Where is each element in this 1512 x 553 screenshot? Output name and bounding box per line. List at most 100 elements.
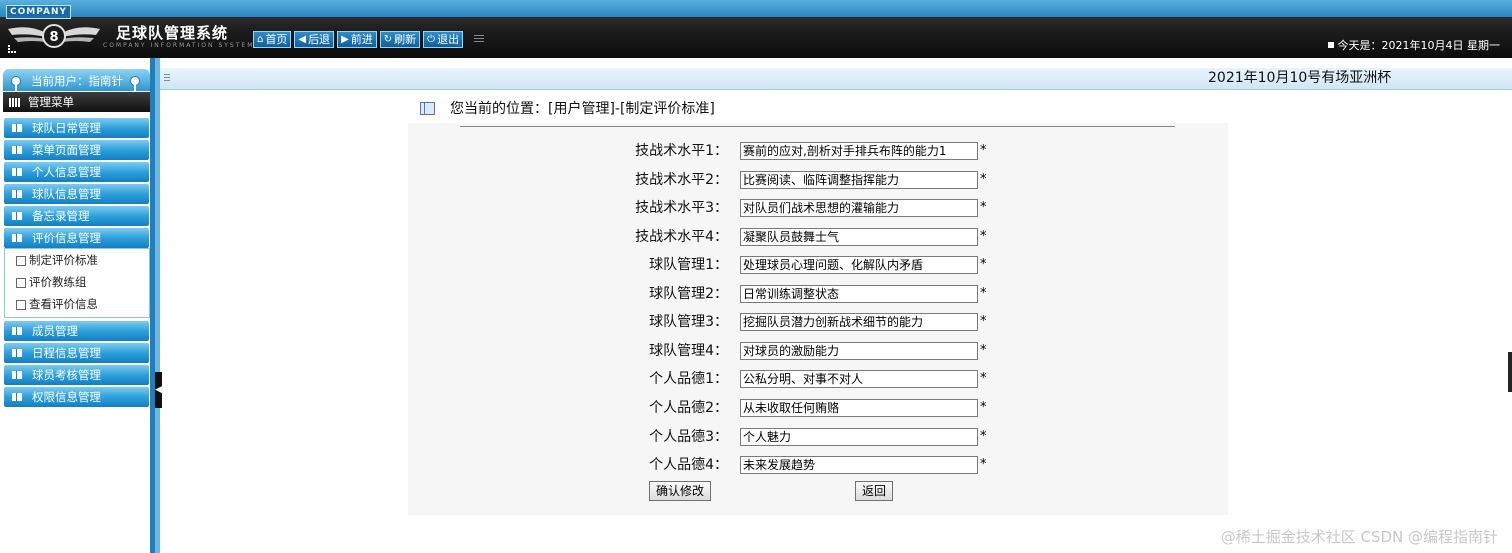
home-icon: ⌂ [257,34,264,45]
company-tag: COMPANY [6,5,71,19]
personal-ethics-2-input[interactable] [740,399,978,417]
page-icon [16,256,26,266]
sidebar-item-label: 权限信息管理 [32,390,101,404]
tactical-level-1-input[interactable] [740,142,978,160]
field-label: 技战术水平3： [635,200,728,216]
sidebar-item-label: 个人信息管理 [32,165,101,179]
winged-logo-icon: 8 [8,24,100,48]
refresh-button[interactable]: ↻ 刷新 [379,31,421,48]
team-management-2-input[interactable] [740,285,978,303]
required-mark: * [980,143,987,158]
required-mark: * [980,400,987,415]
form-row: 个人品德4： * [408,454,1228,476]
field-label: 球队管理2： [649,286,728,302]
submenu-item-label: 查看评价信息 [29,297,98,311]
sidebar-item-label: 评价信息管理 [32,231,101,245]
personal-ethics-4-input[interactable] [740,456,978,474]
sidebar-item-label: 球队日常管理 [32,121,101,135]
required-mark: * [980,429,987,444]
team-management-3-input[interactable] [740,313,978,331]
form-row: 技战术水平1： * [408,140,1228,162]
announcement-text: 2021年10月10号有场亚洲杯 [1208,70,1392,86]
form-row: 个人品德1： * [408,368,1228,390]
personal-ethics-3-input[interactable] [740,428,978,446]
sidebar-item-members[interactable]: 成员管理 [4,321,149,341]
required-mark: * [980,314,987,329]
scroll-handle[interactable] [1508,352,1512,392]
field-label: 球队管理3： [649,314,728,330]
sidebar-item-evaluation[interactable]: 评价信息管理 [4,228,149,248]
home-label: 首页 [265,33,288,46]
sidebar-item-schedule[interactable]: 日程信息管理 [4,343,149,363]
home-button[interactable]: ⌂ 首页 [253,31,292,48]
submenu-item-set-criteria[interactable]: 制定评价标准 [5,250,145,270]
sidebar-item-personal-info[interactable]: 个人信息管理 [4,162,149,182]
required-mark: * [980,229,987,244]
team-management-1-input[interactable] [740,256,978,274]
field-label: 个人品德4： [649,457,728,473]
book-icon [12,124,22,132]
sidebar-item-label: 日程信息管理 [32,346,101,360]
return-button[interactable]: 返回 [855,481,894,501]
submenu-item-label: 制定评价标准 [29,253,98,267]
criteria-form: 技战术水平1： * 技战术水平2： * 技战术水平3： * 技战术水平4： * … [408,123,1228,515]
forward-label: 前进 [350,33,373,46]
page-icon [16,300,26,310]
sidebar-item-menu-pages[interactable]: 菜单页面管理 [4,140,149,160]
sidebar-item-label: 球员考核管理 [32,368,101,382]
app-title: 足球队管理系统 [116,24,229,42]
page-icon [16,278,26,288]
sidebar-item-memo[interactable]: 备忘录管理 [4,206,149,226]
back-button[interactable]: ◀ 后退 [294,31,335,48]
book-icon [12,327,22,335]
form-row: 技战术水平3： * [408,197,1228,219]
submenu-item-label: 评价教练组 [29,275,87,289]
sidebar-item-team-info[interactable]: 球队信息管理 [4,184,149,204]
collapse-sidebar-arrow-icon[interactable]: ◀ [155,372,162,408]
field-label: 技战术水平1： [635,143,728,159]
divider [460,126,1175,127]
location-book-icon [420,102,435,115]
forward-arrow-icon: ▶ [341,34,349,45]
evaluation-submenu: 制定评价标准 评价教练组 查看评价信息 [4,248,150,318]
sidebar-item-player-assessment[interactable]: 球员考核管理 [4,365,149,385]
sidebar-item-label: 球队信息管理 [32,187,101,201]
required-mark: * [980,172,987,187]
sidebar-item-team-daily[interactable]: 球队日常管理 [4,118,149,138]
field-label: 球队管理1： [649,257,728,273]
team-management-4-input[interactable] [740,342,978,360]
submenu-item-view-evaluations[interactable]: 查看评价信息 [5,294,145,314]
logout-button[interactable]: ⏻ 退出 [423,31,464,48]
tactical-level-4-input[interactable] [740,228,978,246]
grid-icon [9,98,21,107]
tactical-level-3-input[interactable] [740,199,978,217]
required-mark: * [980,257,987,272]
svg-text:8: 8 [49,30,58,45]
book-icon [12,212,22,220]
form-row: 个人品德2： * [408,397,1228,419]
power-icon: ⏻ [427,34,436,45]
tactical-level-2-input[interactable] [740,171,978,189]
form-row: 个人品德3： * [408,426,1228,448]
sidebar-item-permissions[interactable]: 权限信息管理 [4,387,149,407]
refresh-icon: ↻ [383,34,393,45]
personal-ethics-1-input[interactable] [740,370,978,388]
confirm-modify-button[interactable]: 确认修改 [649,481,712,501]
breadcrumb-text: 您当前的位置：[用户管理]-[制定评价标准] [450,101,715,117]
top-header: COMPANY 8 足球队管理系统 COMPANY INFORMATION SY… [0,0,1512,58]
form-row: 技战术水平4： * [408,226,1228,248]
book-icon [12,190,22,198]
sidebar-divider-highlight [155,58,160,553]
logout-label: 退出 [437,33,460,46]
forward-button[interactable]: ▶ 前进 [337,31,377,48]
submenu-item-evaluate-coaches[interactable]: 评价教练组 [5,272,145,292]
toolbar-grip-icon [474,35,485,44]
sidebar-item-label: 菜单页面管理 [32,143,101,157]
sidebar-item-label: 备忘录管理 [32,209,90,223]
current-user-label: 当前用户：指南针 [31,74,123,88]
field-label: 个人品德2： [649,400,728,416]
today-text: 今天是：2021年10月4日 星期一 [1337,39,1501,52]
form-row: 球队管理1： * [408,254,1228,276]
today-date: 今天是：2021年10月4日 星期一 [1327,37,1501,53]
logo-dots-icon [8,45,16,53]
